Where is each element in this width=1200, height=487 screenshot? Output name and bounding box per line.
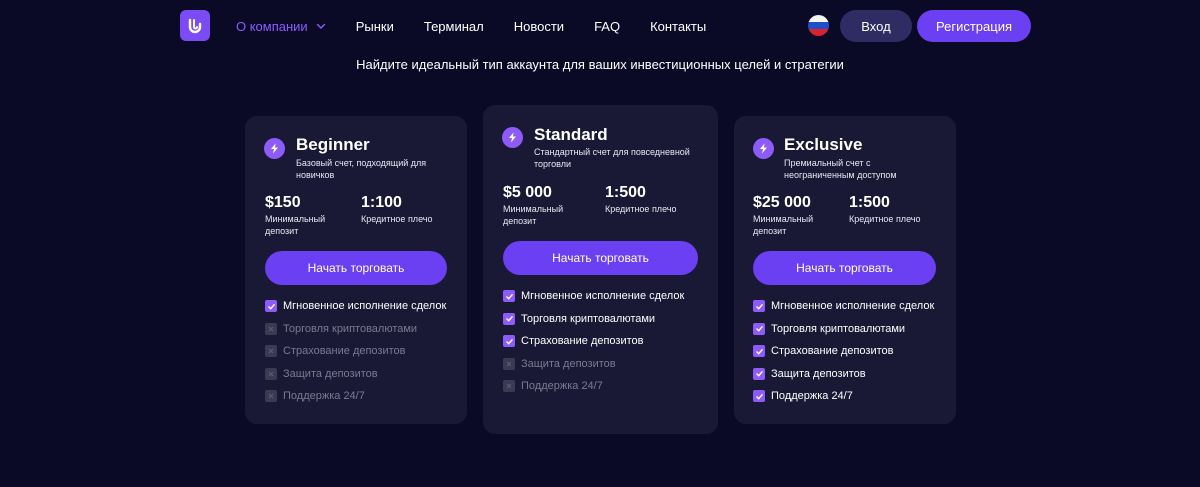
- feature-label: Защита депозитов: [771, 367, 866, 380]
- nav-item-about[interactable]: О компании: [236, 19, 326, 34]
- cross-icon: [265, 345, 277, 358]
- min-deposit-value: $25 000: [753, 194, 811, 211]
- feature-list: Мгновенное исполнение сделок Торговля кр…: [753, 295, 934, 408]
- lightning-icon: [502, 127, 523, 148]
- plan-name: Beginner: [296, 135, 370, 154]
- nav-item-label: FAQ: [594, 18, 621, 34]
- check-icon: [753, 322, 765, 335]
- plan-name: Standard: [534, 125, 608, 144]
- check-icon: [753, 367, 765, 380]
- feature-label: Мгновенное исполнение сделок: [521, 290, 685, 303]
- feature-label: Торговля криптовалютами: [283, 322, 418, 335]
- leverage-label: Кредитное плечо: [849, 214, 921, 224]
- site-header: О компании Рынки Терминал Новости FAQ Ко…: [0, 0, 1200, 52]
- check-icon: [503, 335, 515, 348]
- feature-item: Страхование депозитов: [265, 340, 446, 363]
- plan-description: Базовый счет, подходящий для новичков: [296, 158, 427, 180]
- check-icon: [753, 390, 765, 403]
- check-icon: [503, 290, 515, 303]
- feature-label: Поддержка 24/7: [771, 390, 853, 403]
- feature-item: Защита депозитов: [503, 353, 684, 376]
- cross-icon: [265, 322, 277, 335]
- cross-icon: [503, 380, 515, 393]
- login-button[interactable]: Вход: [840, 10, 912, 42]
- feature-item: Мгновенное исполнение сделок: [503, 285, 684, 308]
- feature-label: Страхование депозитов: [771, 345, 894, 358]
- nav-item-news[interactable]: Новости: [514, 19, 564, 34]
- section-subtitle: Найдите идеальный тип аккаунта для ваших…: [356, 57, 844, 72]
- page: О компании Рынки Терминал Новости FAQ Ко…: [0, 0, 1200, 487]
- feature-item: Страхование депозитов: [753, 340, 934, 363]
- feature-item: Торговля криптовалютами: [265, 318, 446, 341]
- nav-item-label: Рынки: [355, 18, 394, 34]
- leverage-value: 1:500: [849, 194, 890, 211]
- feature-list: Мгновенное исполнение сделок Торговля кр…: [503, 285, 684, 398]
- lightning-icon: [753, 138, 774, 159]
- check-icon: [753, 345, 765, 358]
- plan-card-exclusive: Exclusive Премиальный счет с неограничен…: [734, 116, 956, 424]
- logo-icon[interactable]: [180, 10, 210, 41]
- check-icon: [503, 312, 515, 325]
- leverage-label: Кредитное плечо: [361, 214, 433, 224]
- feature-item: Торговля криптовалютами: [503, 308, 684, 331]
- start-trading-button[interactable]: Начать торговать: [265, 251, 447, 285]
- lightning-icon: [264, 138, 285, 159]
- min-deposit-label: Минимальный депозит: [265, 214, 326, 236]
- russia-flag-icon[interactable]: [808, 15, 829, 36]
- leverage-value: 1:100: [361, 194, 402, 211]
- min-deposit-value: $5 000: [503, 184, 552, 201]
- feature-item: Защита депозитов: [265, 363, 446, 386]
- feature-label: Мгновенное исполнение сделок: [283, 300, 447, 313]
- nav-item-label: Контакты: [650, 18, 707, 34]
- check-icon: [265, 300, 277, 313]
- feature-label: Страхование депозитов: [521, 335, 644, 348]
- nav-item-terminal[interactable]: Терминал: [424, 19, 484, 34]
- nav-item-contacts[interactable]: Контакты: [650, 19, 706, 34]
- main-nav: О компании Рынки Терминал Новости FAQ Ко…: [236, 0, 736, 52]
- plan-card-standard: Standard Стандартный счет для повседневн…: [483, 105, 718, 434]
- feature-label: Торговля криптовалютами: [521, 312, 656, 325]
- feature-item: Страхование депозитов: [503, 330, 684, 353]
- min-deposit-value: $150: [265, 194, 301, 211]
- feature-item: Поддержка 24/7: [265, 385, 446, 408]
- plan-name: Exclusive: [784, 135, 863, 154]
- feature-item: Мгновенное исполнение сделок: [265, 295, 446, 318]
- feature-label: Торговля криптовалютами: [771, 322, 906, 335]
- nav-item-label: Новости: [513, 18, 565, 34]
- min-deposit-label: Минимальный депозит: [503, 204, 564, 226]
- leverage-value: 1:500: [605, 184, 646, 201]
- feature-item: Мгновенное исполнение сделок: [753, 295, 934, 318]
- feature-item: Торговля криптовалютами: [753, 318, 934, 341]
- feature-list: Мгновенное исполнение сделок Торговля кр…: [265, 295, 446, 408]
- feature-label: Защита депозитов: [521, 357, 616, 370]
- check-icon: [753, 300, 765, 313]
- feature-item: Поддержка 24/7: [503, 375, 684, 398]
- chevron-down-icon: [316, 23, 325, 29]
- plan-card-beginner: Beginner Базовый счет, подходящий для но…: [245, 116, 467, 424]
- feature-item: Поддержка 24/7: [753, 385, 934, 408]
- leverage-label: Кредитное плечо: [605, 204, 677, 214]
- cross-icon: [503, 357, 515, 370]
- min-deposit-label: Минимальный депозит: [753, 214, 814, 236]
- nav-item-label: Терминал: [423, 18, 484, 34]
- feature-label: Мгновенное исполнение сделок: [771, 300, 935, 313]
- nav-item-faq[interactable]: FAQ: [594, 19, 620, 34]
- register-button[interactable]: Регистрация: [917, 10, 1031, 42]
- feature-label: Поддержка 24/7: [521, 380, 603, 393]
- nav-item-markets[interactable]: Рынки: [356, 19, 394, 34]
- start-trading-button[interactable]: Начать торговать: [753, 251, 936, 285]
- feature-label: Страхование депозитов: [283, 345, 406, 358]
- plan-description: Премиальный счет с неограниченным доступ…: [784, 158, 897, 180]
- feature-item: Защита депозитов: [753, 363, 934, 386]
- cross-icon: [265, 390, 277, 403]
- plan-description: Стандартный счет для повседневной торгов…: [534, 147, 690, 169]
- nav-item-label: О компании: [236, 18, 308, 34]
- cross-icon: [265, 367, 277, 380]
- feature-label: Поддержка 24/7: [283, 390, 365, 403]
- start-trading-button[interactable]: Начать торговать: [503, 241, 698, 275]
- feature-label: Защита депозитов: [283, 367, 378, 380]
